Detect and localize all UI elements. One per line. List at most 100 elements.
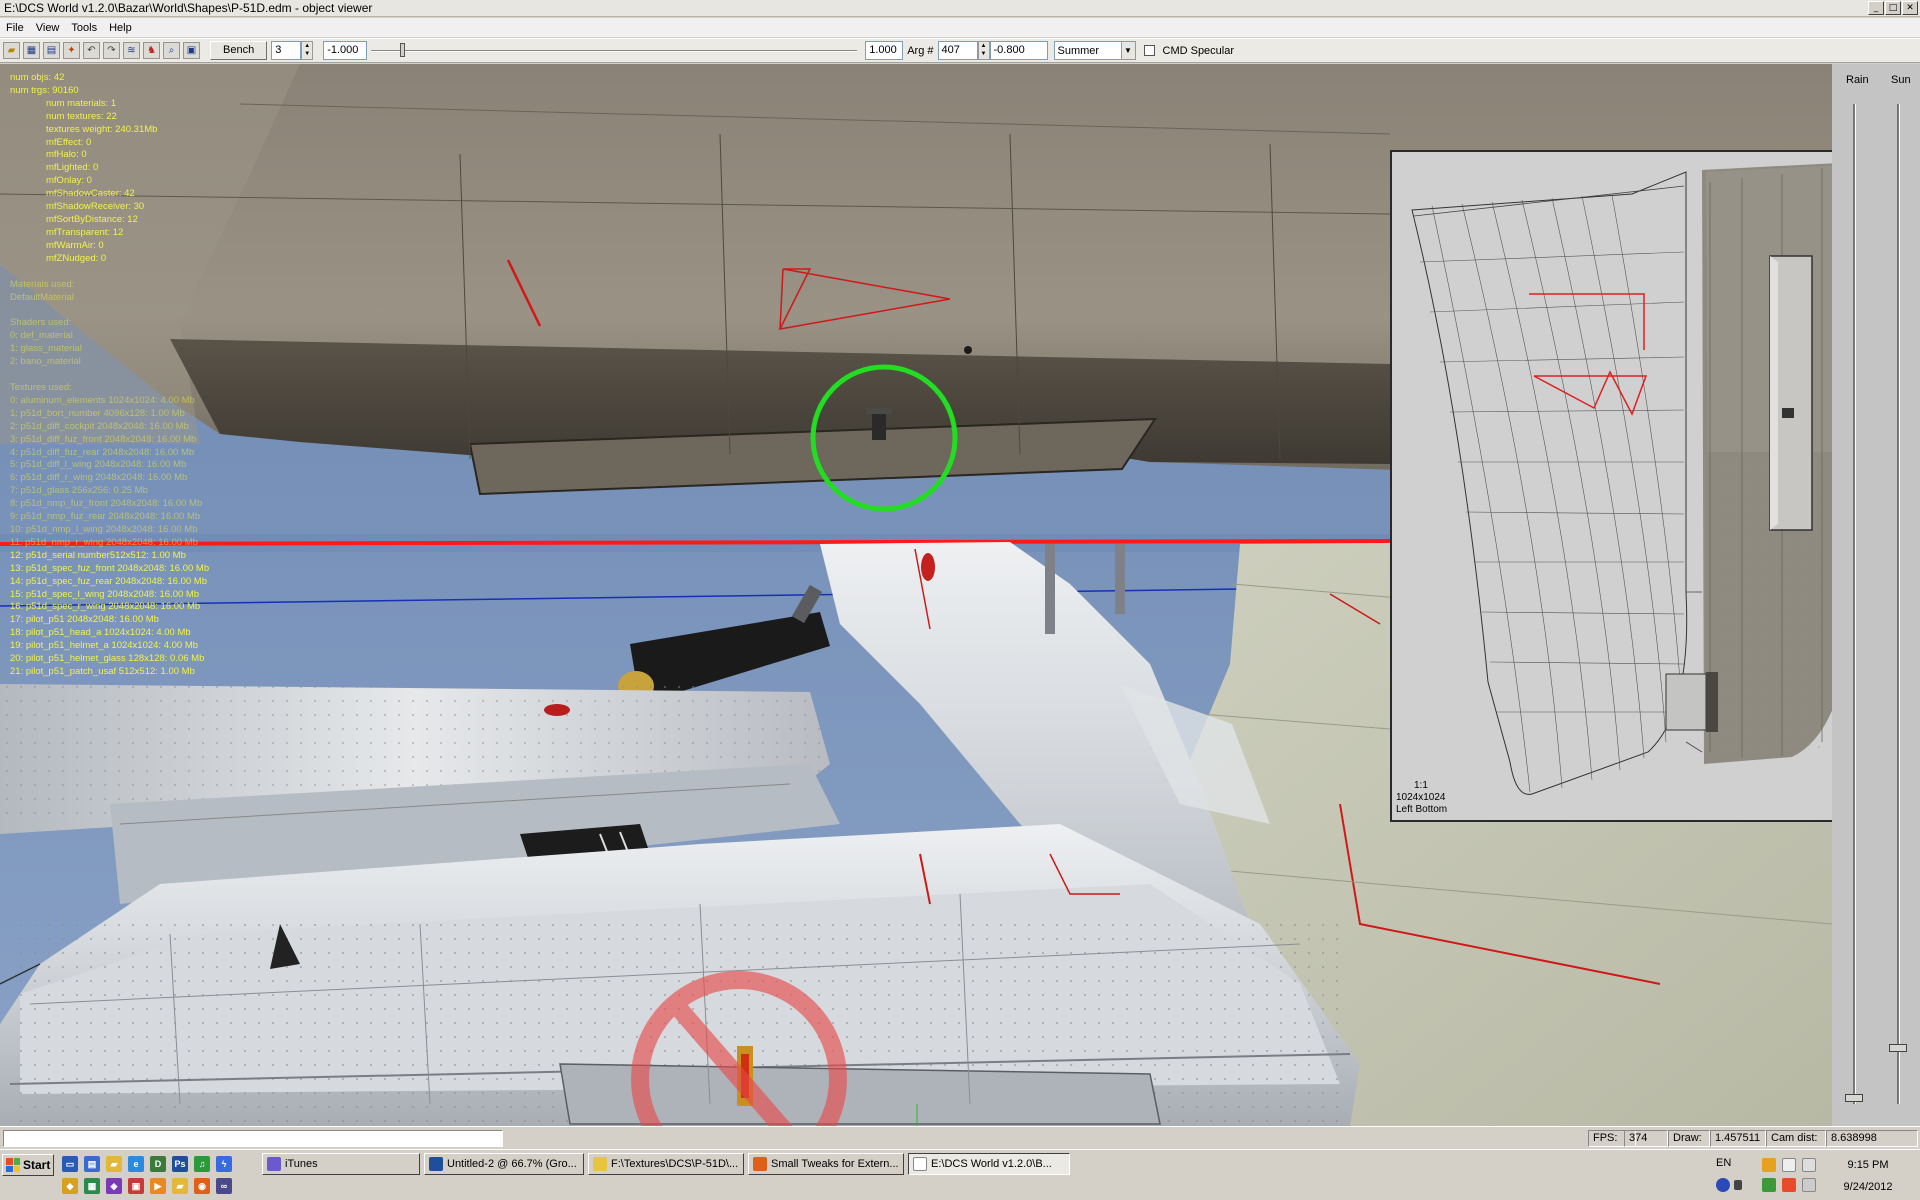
texture-item: 2: p51d_diff_cockpit 2048x2048: 16.00 Mb <box>10 420 189 432</box>
texture-item: 18: pilot_p51_head_a 1024x1024: 4.00 Mb <box>10 627 191 639</box>
explorer-icon[interactable]: ▤ <box>84 1156 100 1172</box>
window-title: E:\DCS World v1.2.0\Bazar\World\Shapes\P… <box>4 1 373 15</box>
stat-line: mfOnlay: 0 <box>46 175 92 187</box>
quicklaunch-icon[interactable]: ▰ <box>172 1178 188 1194</box>
model-icon[interactable]: ▤ <box>43 42 60 59</box>
texture-item: 15: p51d_spec_l_wing 2048x2048: 16.00 Mb <box>10 588 200 600</box>
task-explorer[interactable]: F:\Textures\DCS\P-51D\... <box>588 1153 744 1175</box>
layers-icon[interactable]: ▣ <box>183 42 200 59</box>
texture-item: 21: pilot_p51_patch_usaf 512x512: 1.00 M… <box>10 665 195 677</box>
rain-slider[interactable] <box>1853 104 1856 1104</box>
display-icon[interactable] <box>1802 1178 1816 1192</box>
texture-item: 4: p51d_diff_fuz_rear 2048x2048: 16.00 M… <box>10 446 195 458</box>
quicklaunch-icon[interactable]: ◈ <box>106 1178 122 1194</box>
sun-slider[interactable] <box>1897 104 1900 1104</box>
close-button[interactable]: ✕ <box>1902 1 1918 15</box>
chevron-down-icon[interactable]: ▼ <box>1120 42 1135 59</box>
speaker-icon[interactable] <box>1782 1178 1796 1192</box>
language-indicator[interactable]: EN <box>1716 1157 1731 1169</box>
shader-icon[interactable]: ≋ <box>123 42 140 59</box>
quicklaunch-icon[interactable]: ∞ <box>216 1178 232 1194</box>
menu-help[interactable]: Help <box>103 22 138 34</box>
folder-icon[interactable]: ▰ <box>106 1156 122 1172</box>
minimize-button[interactable]: _ <box>1868 1 1884 15</box>
draw-value: 1.457511 <box>1710 1130 1766 1147</box>
task-label: E:\DCS World v1.2.0\B... <box>931 1158 1052 1170</box>
texture-item: 17: pilot_p51 2048x2048: 16.00 Mb <box>10 614 159 626</box>
maximize-button[interactable]: □ <box>1885 1 1901 15</box>
stat-line: num textures: 22 <box>46 110 117 122</box>
task-object-viewer[interactable]: E:\DCS World v1.2.0\B... <box>908 1153 1070 1175</box>
bone-icon[interactable]: ✦ <box>63 42 80 59</box>
folder-icon <box>593 1157 607 1171</box>
texture-item: 6: p51d_diff_r_wing 2048x2048: 16.00 Mb <box>10 472 188 484</box>
task-firefox[interactable]: Small Tweaks for Extern... <box>748 1153 904 1175</box>
title-bar: E:\DCS World v1.2.0\Bazar\World\Shapes\P… <box>0 0 1920 17</box>
quicklaunch-icon[interactable]: ▦ <box>84 1178 100 1194</box>
task-label: Untitled-2 @ 66.7% (Gro... <box>447 1158 577 1170</box>
save-icon[interactable]: ▦ <box>23 42 40 59</box>
menu-file[interactable]: File <box>0 22 30 34</box>
texture-item: 11: p51d_nmp_r_wing 2048x2048: 16.00 Mb <box>10 536 198 548</box>
quicklaunch-icon[interactable]: ◆ <box>62 1178 78 1194</box>
season-select[interactable]: Summer ▼ <box>1053 41 1136 60</box>
quicklaunch-icon[interactable]: ◉ <box>194 1178 210 1194</box>
texture-item: 14: p51d_spec_fuz_rear 2048x2048: 16.00 … <box>10 575 208 587</box>
flash-icon[interactable]: ϟ <box>216 1156 232 1172</box>
cmd-specular-checkbox[interactable] <box>1143 45 1155 56</box>
stat-line: mfEffect: 0 <box>46 136 92 148</box>
bench-input[interactable]: 3 <box>271 41 302 60</box>
texture-item: 20: pilot_p51_helmet_glass 128x128: 0.06… <box>10 653 205 665</box>
view-icon[interactable]: ⌕ <box>163 42 180 59</box>
uv-layout <box>1392 152 1832 820</box>
texture-item: 9: p51d_nmp_fuz_rear 2048x2048: 16.00 Mb <box>10 511 201 523</box>
tray-app-icon[interactable] <box>1762 1178 1776 1192</box>
arg-input[interactable]: 407 <box>937 41 978 60</box>
quicklaunch-icon[interactable]: ▶ <box>150 1178 166 1194</box>
help-icon[interactable] <box>1716 1178 1730 1192</box>
desktop-icon[interactable]: ▭ <box>62 1156 78 1172</box>
tray-app-icon[interactable] <box>1762 1158 1776 1172</box>
chevron-icon[interactable] <box>1734 1180 1742 1190</box>
open-icon[interactable]: ▰ <box>3 42 20 59</box>
stats-objs: num objs: 42 <box>10 72 65 83</box>
flag-icon[interactable] <box>1782 1158 1796 1172</box>
media-icon[interactable]: ♫ <box>194 1156 210 1172</box>
app-icon[interactable]: D <box>150 1156 166 1172</box>
start-button[interactable]: Start <box>2 1154 54 1176</box>
camdist-label: Cam dist: <box>1766 1130 1826 1147</box>
menu-tools[interactable]: Tools <box>65 22 103 34</box>
menu-view[interactable]: View <box>30 22 66 34</box>
texture-item: 13: p51d_spec_fuz_front 2048x2048: 16.00… <box>10 562 210 574</box>
sun-slider-thumb[interactable] <box>1889 1044 1907 1052</box>
texture-item: 3: p51d_diff_fuz_front 2048x2048: 16.00 … <box>10 433 197 445</box>
photoshop-icon[interactable]: Ps <box>172 1156 188 1172</box>
arg-label: Arg # <box>907 44 934 57</box>
task-itunes[interactable]: iTunes <box>262 1153 420 1175</box>
bench-button[interactable]: Bench <box>210 41 268 60</box>
status-bar: FPS: 374 Draw: 1.457511 Cam dist: 8.6389… <box>0 1126 1920 1149</box>
bench-spinner[interactable]: ▲ ▼ <box>301 41 314 60</box>
texture-item: 8: p51d_nmp_fuz_front 2048x2048: 16.00 M… <box>10 498 203 510</box>
rain-slider-thumb[interactable] <box>1845 1094 1863 1102</box>
date[interactable]: 9/24/2012 <box>1828 1181 1908 1193</box>
slider-min-field[interactable]: -1.000 <box>323 41 368 60</box>
arg-value-field[interactable]: -0.800 <box>989 41 1048 60</box>
shader-item: 1: glass_material <box>10 343 82 355</box>
quicklaunch-icon[interactable]: ▣ <box>128 1178 144 1194</box>
undo-icon[interactable]: ↶ <box>83 42 100 59</box>
task-photoshop[interactable]: Untitled-2 @ 66.7% (Gro... <box>424 1153 584 1175</box>
arg-slider[interactable] <box>371 41 858 60</box>
texture-preview-panel[interactable]: 1:1 1024x1024 Left Bottom <box>1390 150 1832 822</box>
redo-icon[interactable]: ↷ <box>103 42 120 59</box>
network-icon[interactable] <box>1802 1158 1816 1172</box>
stats-trgs: num trgs: 90160 <box>10 84 79 96</box>
3d-viewport[interactable]: num objs: 42 num trgs: 90160 num materia… <box>0 64 1832 1126</box>
clock[interactable]: 9:15 PM <box>1828 1159 1908 1171</box>
slider-thumb[interactable] <box>400 43 406 57</box>
slider-max-field[interactable]: 1.000 <box>865 41 904 60</box>
arg-spinner[interactable]: ▲ ▼ <box>977 41 990 60</box>
menu-bar: File View Tools Help <box>0 18 1920 37</box>
browser-icon[interactable]: e <box>128 1156 144 1172</box>
animation-icon[interactable]: ♞ <box>143 42 160 59</box>
